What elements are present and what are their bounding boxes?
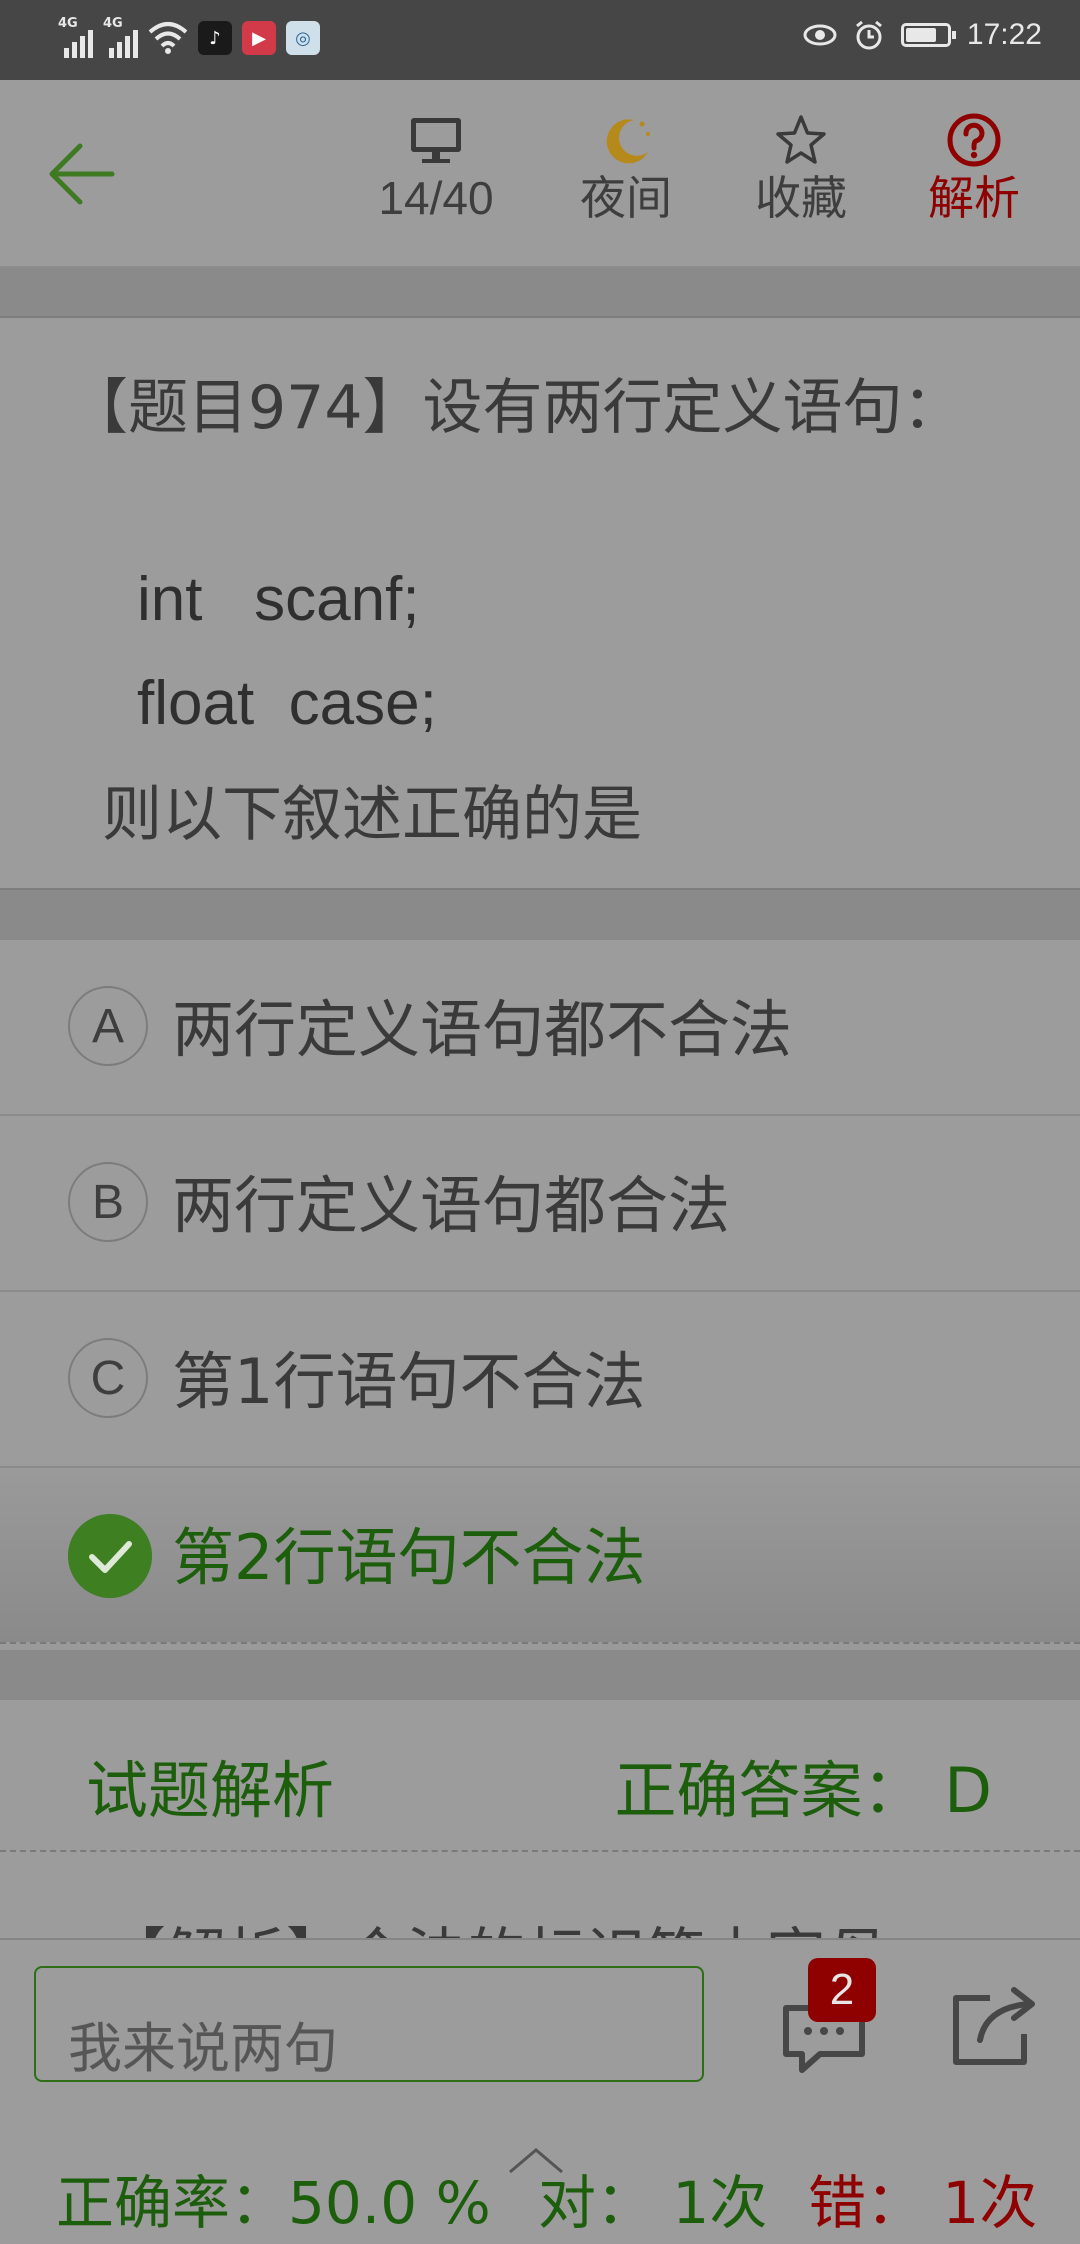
question-progress[interactable]: 14/40 <box>376 110 496 226</box>
back-arrow-icon[interactable] <box>46 138 118 210</box>
progress-label: 14/40 <box>378 172 494 224</box>
moon-icon <box>606 119 650 164</box>
option-letter: A <box>68 986 148 1066</box>
question-code-line: int scanf; <box>137 565 420 634</box>
network-type-label: 4G <box>58 16 78 31</box>
status-icons-right: 17:22 <box>803 18 1042 52</box>
status-bar: 4G 4G ♪ ▶ ◎ 17:22 <box>0 0 1080 80</box>
status-icons-left: 4G 4G ♪ ▶ ◎ <box>58 16 320 58</box>
accuracy-rate: 正确率：50.0 % <box>56 2169 491 2237</box>
news-app-icon: ◎ <box>286 21 320 55</box>
video-app-icon: ▶ <box>242 21 276 55</box>
question-title: 【题目974】设有两行定义语句： <box>68 373 963 443</box>
correct-answer: 正确答案： D <box>614 1754 992 1827</box>
option-d[interactable]: 第2行语句不合法 <box>0 1468 1080 1644</box>
wrong-count: 错： 1次 <box>808 2169 1038 2237</box>
option-text: 两行定义语句都不合法 <box>172 993 793 1066</box>
stats-footer: 正确率：50.0 % 对： 1次 错： 1次 <box>0 2110 1080 2244</box>
dashed-divider <box>0 1850 1080 1852</box>
section-divider <box>0 268 1080 318</box>
clock: 17:22 <box>966 18 1042 51</box>
help-circle-icon <box>947 113 1001 167</box>
option-b[interactable]: B 两行定义语句都合法 <box>0 1116 1080 1292</box>
question-panel: 【题目974】设有两行定义语句： int scanf; float case; … <box>0 318 1080 888</box>
favorite-label: 收藏 <box>755 172 847 224</box>
network-type-label: 4G <box>103 16 123 31</box>
option-c[interactable]: C 第1行语句不合法 <box>0 1292 1080 1468</box>
comment-count-badge: 2 <box>808 1958 876 2022</box>
eye-comfort-icon <box>803 24 837 46</box>
section-divider <box>0 888 1080 942</box>
option-text: 两行定义语句都合法 <box>172 1169 731 1242</box>
favorite-button[interactable]: 收藏 <box>741 110 861 226</box>
analysis-title: 试题解析 <box>86 1754 335 1827</box>
signal-icon: 4G <box>103 16 138 58</box>
option-text: 第2行语句不合法 <box>172 1521 646 1594</box>
checkmark-icon <box>68 1514 152 1598</box>
analysis-label: 解析 <box>928 172 1020 224</box>
night-mode-label: 夜间 <box>580 172 672 224</box>
option-a[interactable]: A 两行定义语句都不合法 <box>0 940 1080 1116</box>
correct-count: 对： 1次 <box>538 2169 768 2237</box>
battery-level <box>905 28 936 42</box>
share-icon[interactable] <box>950 1984 1040 2068</box>
analysis-button[interactable]: 解析 <box>914 110 1034 226</box>
monitor-icon <box>411 118 461 163</box>
analysis-panel: 试题解析 正确答案： D 【解析】合法的标识符由字母 <box>0 1700 1080 1940</box>
option-letter: B <box>68 1162 148 1242</box>
question-code-line: float case; <box>137 669 437 738</box>
section-divider <box>0 1650 1080 1702</box>
question-prompt: 则以下叙述正确的是 <box>102 780 642 850</box>
analysis-body: 【解析】合法的标识符由字母 <box>106 1908 886 1940</box>
comment-bar: 我来说两句 2 <box>0 1938 1080 2112</box>
wifi-icon <box>148 22 188 54</box>
night-mode-button[interactable]: 夜间 <box>566 110 686 226</box>
option-letter: C <box>68 1338 148 1418</box>
tiktok-app-icon: ♪ <box>198 21 232 55</box>
comment-input[interactable]: 我来说两句 <box>34 1966 704 2082</box>
top-toolbar: 14/40 夜间 收藏 解析 <box>0 80 1080 268</box>
alarm-icon <box>855 20 882 50</box>
signal-icon: 4G <box>58 16 93 58</box>
battery-icon <box>900 23 956 47</box>
star-icon <box>776 115 826 164</box>
option-text: 第1行语句不合法 <box>172 1345 646 1418</box>
